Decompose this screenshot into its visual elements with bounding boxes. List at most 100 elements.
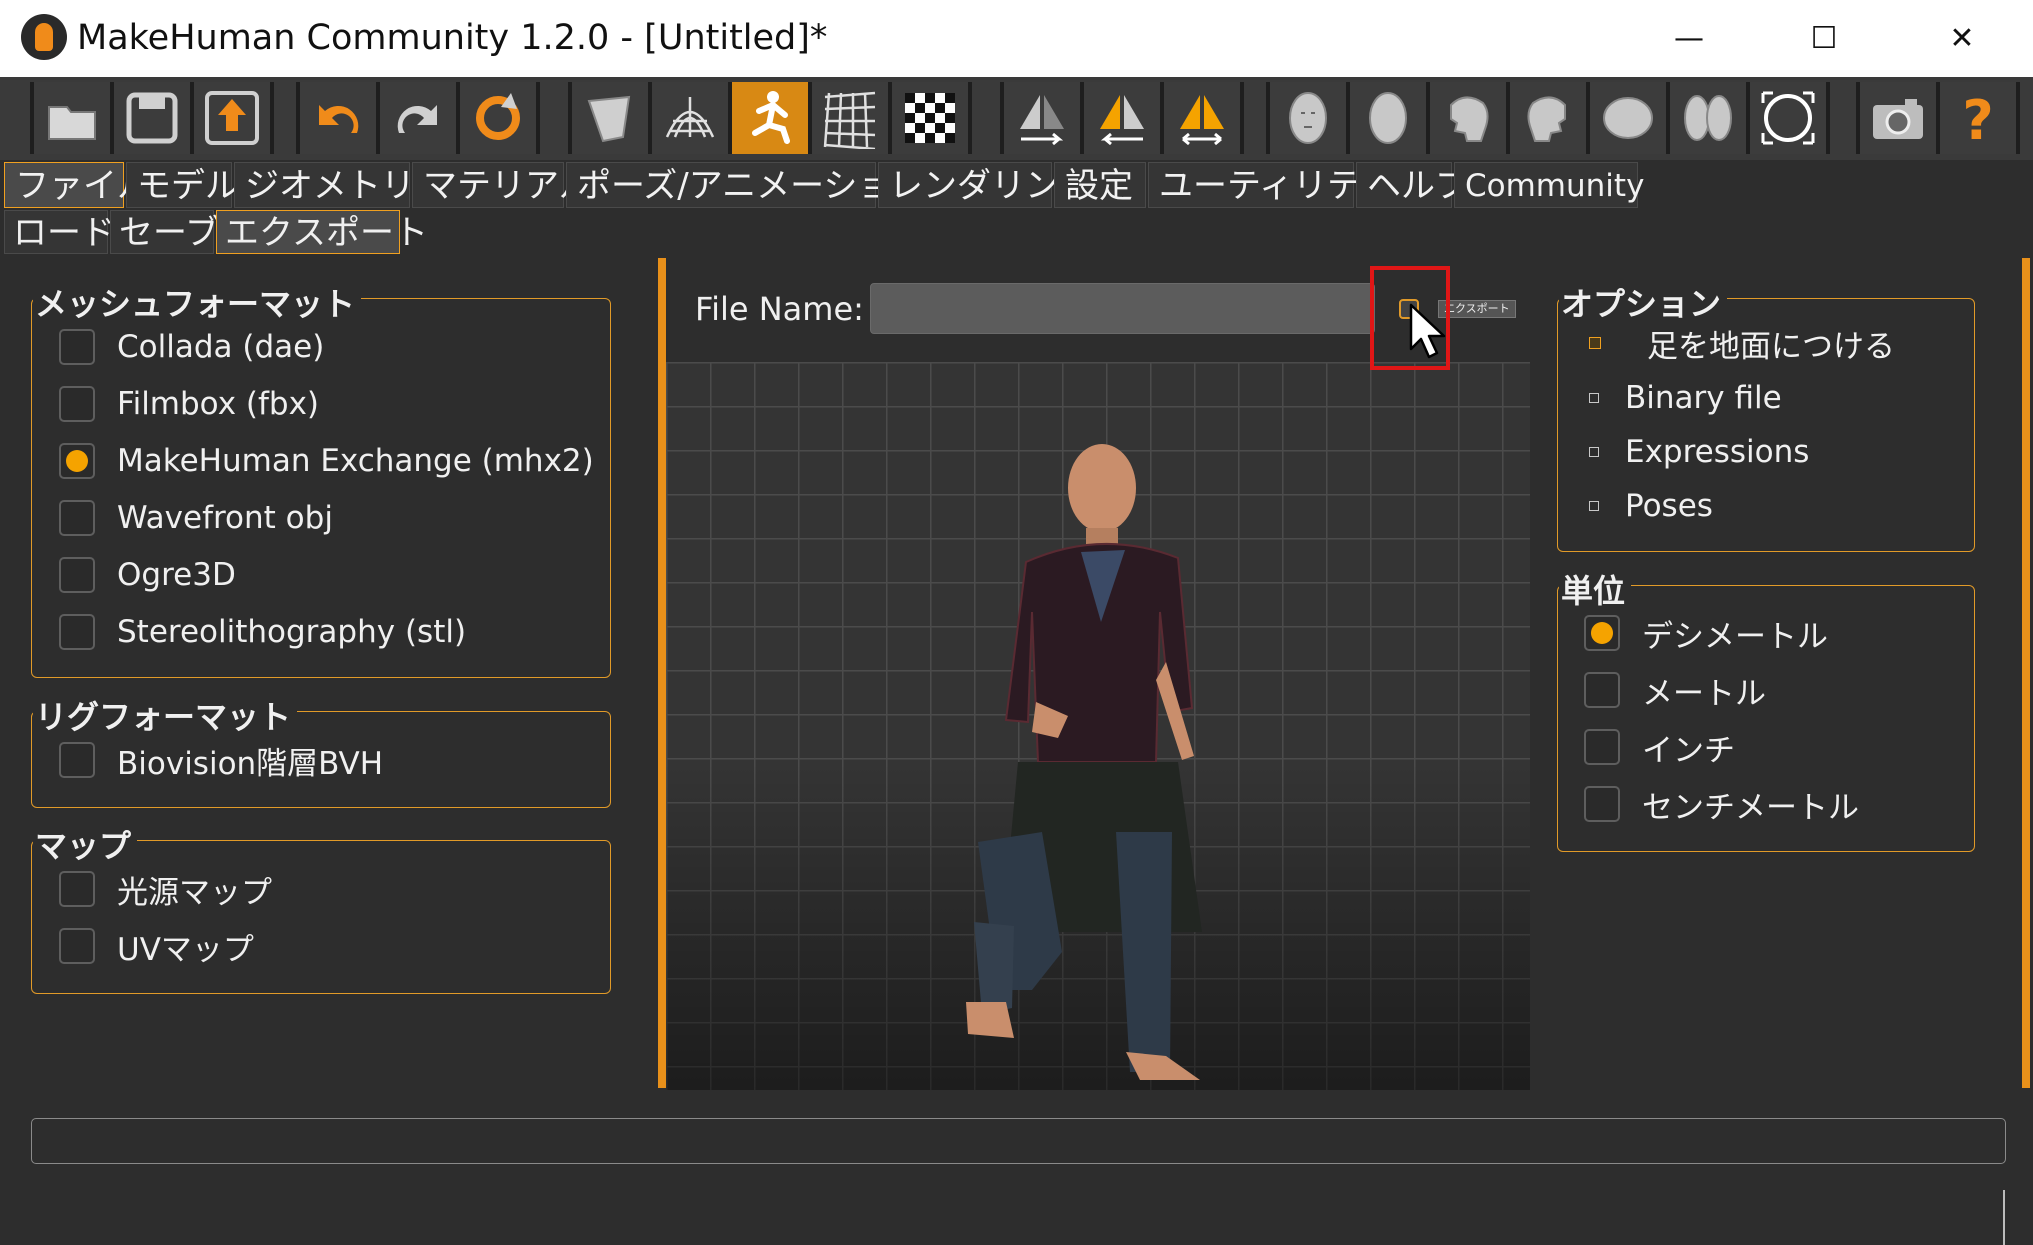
tab-community[interactable]: Community xyxy=(1454,162,1644,208)
option-expressions[interactable]: Expressions xyxy=(1583,432,1809,472)
option-binary-file[interactable]: Binary file xyxy=(1583,378,1782,418)
export-toolbar-button[interactable] xyxy=(194,82,270,154)
symmetry-button[interactable] xyxy=(1164,82,1240,154)
tab-help[interactable]: ヘルプ xyxy=(1356,162,1469,208)
radio-dot-icon xyxy=(1591,622,1613,644)
left-view-button[interactable] xyxy=(1430,82,1506,154)
radio-button[interactable] xyxy=(1584,729,1620,765)
radio-button-selected[interactable] xyxy=(59,443,95,479)
load-button[interactable] xyxy=(34,82,110,154)
undo-button[interactable] xyxy=(300,82,376,154)
mesh-format-obj[interactable]: Wavefront obj xyxy=(59,498,333,538)
tab-utilities[interactable]: ユーティリティ xyxy=(1148,162,1393,208)
rig-format-bvh[interactable]: Biovision階層BVH xyxy=(59,740,383,782)
radio-button[interactable] xyxy=(59,500,95,536)
radio-dot-icon xyxy=(66,450,88,472)
reset-camera-icon xyxy=(1761,91,1815,145)
checkbox[interactable] xyxy=(59,871,95,907)
pose-icon xyxy=(752,91,790,144)
tab-rendering[interactable]: レンダリング xyxy=(878,162,1093,208)
checkbox[interactable] xyxy=(1589,393,1599,403)
subtab-export[interactable]: エクスポート xyxy=(216,210,428,254)
left-splitter-handle[interactable] xyxy=(658,258,666,1088)
toolbar-file-group xyxy=(30,82,274,154)
unit-meter[interactable]: メートル xyxy=(1584,670,1766,712)
file-name-input[interactable] xyxy=(870,283,1375,334)
maximize-button[interactable]: ☐ xyxy=(1764,0,1884,77)
3d-viewport[interactable] xyxy=(666,362,1530,1090)
wireframe-button[interactable] xyxy=(652,82,728,154)
undo-icon xyxy=(319,105,359,133)
makehuman-logo-icon xyxy=(21,14,67,60)
save-button[interactable] xyxy=(114,82,190,154)
head-top-icon xyxy=(1603,97,1653,139)
pose-button[interactable] xyxy=(732,82,808,154)
units-title: 単位 xyxy=(1559,566,1632,612)
radio-button[interactable] xyxy=(59,614,95,650)
mesh-format-fbx[interactable]: Filmbox (fbx) xyxy=(59,384,319,424)
symmetry-left-button[interactable] xyxy=(1084,82,1160,154)
checkbox-checked[interactable] xyxy=(1589,337,1601,349)
unit-decimeter[interactable]: デシメートル xyxy=(1584,613,1828,655)
maps-title: マップ xyxy=(33,821,138,867)
radio-button[interactable] xyxy=(59,329,95,365)
back-view-button[interactable] xyxy=(1350,82,1426,154)
symmetry-right-button[interactable] xyxy=(1004,82,1080,154)
radio-button[interactable] xyxy=(59,557,95,593)
checkbox[interactable] xyxy=(1589,447,1599,457)
map-light[interactable]: 光源マップ xyxy=(59,869,272,911)
mesh-format-mhx2[interactable]: MakeHuman Exchange (mhx2) xyxy=(59,441,594,481)
radio-button[interactable] xyxy=(59,386,95,422)
background-button[interactable] xyxy=(892,82,968,154)
subtab-save[interactable]: セーブ xyxy=(110,210,219,254)
option-feet-on-ground[interactable]: 足を地面につける xyxy=(1583,323,1895,365)
tab-geometry[interactable]: ジオメトリー xyxy=(234,162,449,208)
mesh-format-ogre3d[interactable]: Ogre3D xyxy=(59,555,236,595)
head-side-icon xyxy=(1369,92,1407,144)
redo-button[interactable] xyxy=(380,82,456,154)
top-view-button[interactable] xyxy=(1590,82,1666,154)
bottom-view-button[interactable] xyxy=(1670,82,1746,154)
mesh-format-title: メッシュフォーマット xyxy=(33,279,362,325)
window-title: MakeHuman Community 1.2.0 - [Untitled]* xyxy=(77,18,828,58)
reset-button[interactable] xyxy=(460,82,536,154)
toolbar-view-group xyxy=(568,82,972,154)
mesh-format-stl[interactable]: Stereolithography (stl) xyxy=(59,612,466,652)
help-button[interactable]: ? xyxy=(1940,82,2016,154)
subtab-load[interactable]: ロード xyxy=(4,210,115,254)
option-poses[interactable]: Poses xyxy=(1583,486,1713,526)
tab-file[interactable]: ファイル xyxy=(4,162,151,208)
front-view-button[interactable] xyxy=(1270,82,1346,154)
radio-button[interactable] xyxy=(1584,786,1620,822)
title-bar: MakeHuman Community 1.2.0 - [Untitled]* … xyxy=(0,0,2033,77)
checkbox[interactable] xyxy=(1589,501,1599,511)
status-bar xyxy=(31,1118,2006,1164)
face-icon xyxy=(1289,92,1327,144)
checker-icon xyxy=(905,93,955,143)
smooth-button[interactable] xyxy=(572,82,648,154)
right-splitter-handle[interactable] xyxy=(2022,258,2030,1088)
map-uv[interactable]: UVマップ xyxy=(59,926,254,968)
tab-model[interactable]: モデル xyxy=(126,162,239,208)
radio-button-selected[interactable] xyxy=(1584,615,1620,651)
close-button[interactable]: ✕ xyxy=(1902,0,2022,77)
mesh-format-collada[interactable]: Collada (dae) xyxy=(59,327,324,367)
right-view-button[interactable] xyxy=(1510,82,1586,154)
tab-material[interactable]: マテリアル xyxy=(412,162,593,208)
unit-centimeter[interactable]: センチメートル xyxy=(1584,784,1859,826)
rig-format-title: リグフォーマット xyxy=(33,692,298,738)
folder-open-icon xyxy=(48,106,96,140)
tab-settings[interactable]: 設定 xyxy=(1054,162,1146,208)
reset-icon xyxy=(476,93,520,140)
grid-button[interactable] xyxy=(812,82,888,154)
wireframe-icon xyxy=(665,97,715,138)
reset-camera-button[interactable] xyxy=(1750,82,1826,154)
checkbox[interactable] xyxy=(59,928,95,964)
tab-pose-animation[interactable]: ポーズ/アニメーション xyxy=(566,162,925,208)
unit-inch[interactable]: インチ xyxy=(1584,727,1735,769)
toolbar-misc-group: ? xyxy=(1856,82,2020,154)
radio-button[interactable] xyxy=(1584,672,1620,708)
screenshot-button[interactable] xyxy=(1860,82,1936,154)
minimize-button[interactable]: — xyxy=(1629,0,1749,77)
radio-button[interactable] xyxy=(59,742,95,778)
